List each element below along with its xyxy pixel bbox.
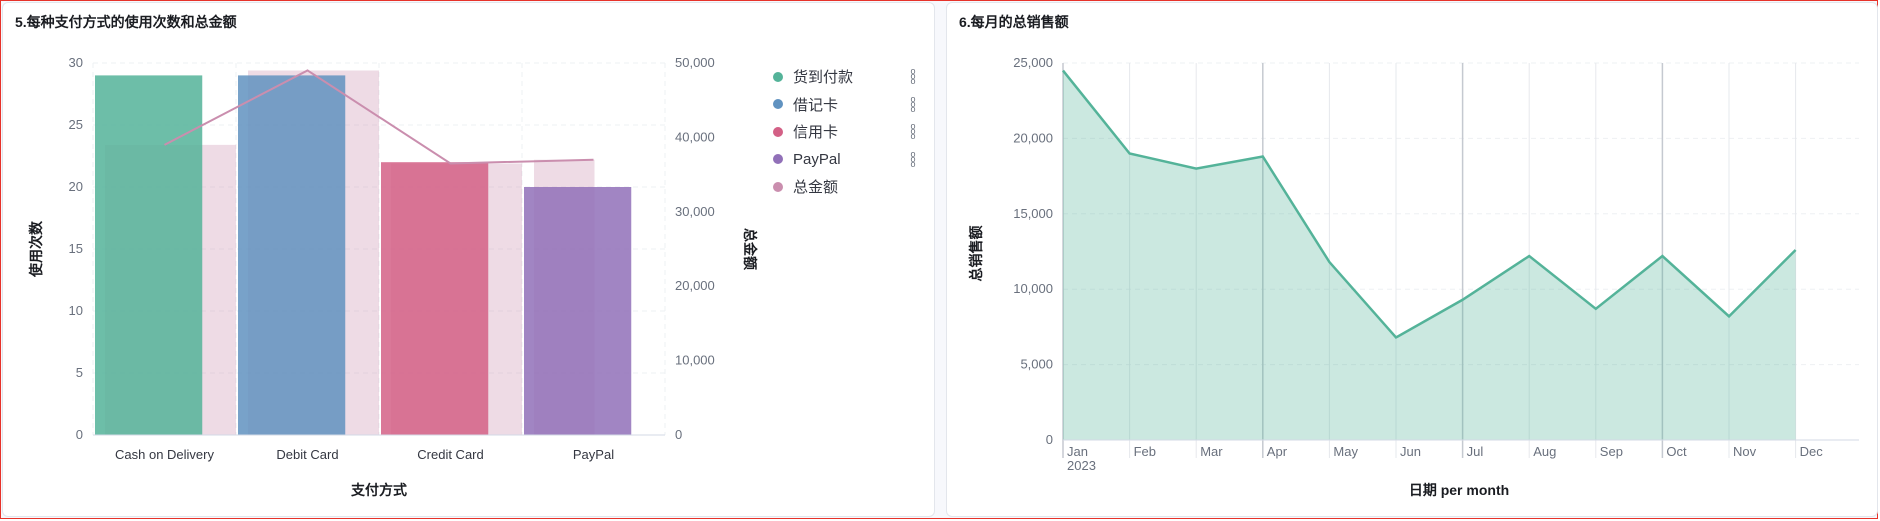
legend-item-debit[interactable]: 借记卡 ooo <box>773 91 923 119</box>
x-tick-label: Debit Card <box>276 447 338 462</box>
x-year-label: 2023 <box>1067 458 1096 473</box>
y-axis-title: 使用次数 <box>28 220 44 278</box>
y-tick-label: 15 <box>69 241 83 256</box>
y2-axis-title: 总金额 <box>742 228 758 270</box>
x-tick-label: Feb <box>1134 444 1156 459</box>
legend-item-cod[interactable]: 货到付款 ooo <box>773 63 923 91</box>
legend-label: PayPal <box>793 150 841 168</box>
x-tick-label: Jun <box>1400 444 1421 459</box>
bar <box>381 162 489 435</box>
y-tick-label: 0 <box>76 427 83 442</box>
legend-options-icon[interactable]: ooo <box>910 94 916 113</box>
y-tick-label: 30 <box>69 55 83 70</box>
y-axis-title: 总销售额 <box>968 226 984 282</box>
x-tick-label: Jul <box>1467 444 1484 459</box>
legend-color-swatch <box>773 99 783 110</box>
y-tick-label: 10 <box>69 303 83 318</box>
y-tick-label: 5,000 <box>1020 357 1053 372</box>
legend-label: 货到付款 <box>793 69 854 87</box>
x-tick-label: Sep <box>1600 444 1623 459</box>
x-tick-label: Cash on Delivery <box>115 447 214 462</box>
x-tick-label: Dec <box>1800 444 1824 459</box>
legend-color-swatch <box>773 126 783 137</box>
sales-area <box>1063 70 1796 440</box>
monthly-sales-chart: 0 5,000 10,000 15,000 20,000 25,000 Jan Feb Mar A… <box>968 55 1859 498</box>
legend-color-swatch <box>773 71 783 82</box>
legend-item-paypal[interactable]: PayPal ooo <box>773 146 923 174</box>
y2-tick-label: 20,000 <box>675 278 715 293</box>
x-tick-label: Credit Card <box>417 447 483 462</box>
bar <box>95 75 203 436</box>
y2-tick-label: 0 <box>675 427 682 442</box>
x-tick-label: Jan <box>1067 444 1088 459</box>
legend-color-swatch <box>773 181 783 192</box>
y-tick-label: 0 <box>1046 432 1053 447</box>
x-tick-label: Oct <box>1666 444 1687 459</box>
legend-item-total[interactable]: 总金额 <box>773 173 923 201</box>
y2-tick-label: 10,000 <box>675 353 715 368</box>
bar <box>238 75 346 436</box>
payment-methods-panel: 5.每种支付方式的使用次数和总金额 0 5 10 15 20 25 30 0 10,000 20,… <box>2 2 935 517</box>
legend-color-swatch <box>773 154 783 165</box>
y-tick-label: 20,000 <box>1013 130 1053 145</box>
x-axis-title: 支付方式 <box>350 482 407 498</box>
y-tick-label: 5 <box>76 365 83 380</box>
y-tick-label: 25,000 <box>1013 55 1053 70</box>
legend-label: 总金额 <box>793 179 839 197</box>
legend-item-credit[interactable]: 信用卡 ooo <box>773 118 923 146</box>
x-tick-label: PayPal <box>573 447 614 462</box>
bar <box>524 187 632 435</box>
x-tick-label: Mar <box>1200 444 1223 459</box>
x-tick-label: Apr <box>1267 444 1288 459</box>
x-tick-label: May <box>1333 444 1358 459</box>
y-tick-label: 10,000 <box>1013 281 1053 296</box>
legend-label: 借记卡 <box>793 96 839 114</box>
y-tick-label: 20 <box>69 179 83 194</box>
legend-options-icon[interactable]: ooo <box>910 122 916 141</box>
y-tick-label: 15,000 <box>1013 206 1053 221</box>
x-tick-label: Nov <box>1733 444 1757 459</box>
monthly-sales-panel: 6.每月的总销售额 0 5,000 10,000 15,000 20,000 25,000… <box>946 2 1878 517</box>
legend-options-icon[interactable]: ooo <box>910 149 916 168</box>
legend-options-icon[interactable]: ooo <box>910 67 916 86</box>
legend-label: 信用卡 <box>793 124 839 142</box>
y2-tick-label: 40,000 <box>675 129 715 144</box>
y2-tick-label: 30,000 <box>675 204 715 219</box>
y2-tick-label: 50,000 <box>675 55 715 70</box>
x-axis-title: 日期 per month <box>1409 482 1509 498</box>
y-tick-label: 25 <box>69 117 83 132</box>
chart-legend: 货到付款 ooo 借记卡 ooo 信用卡 ooo PayPal ooo 总金额 <box>773 63 923 201</box>
x-tick-label: Aug <box>1533 444 1556 459</box>
